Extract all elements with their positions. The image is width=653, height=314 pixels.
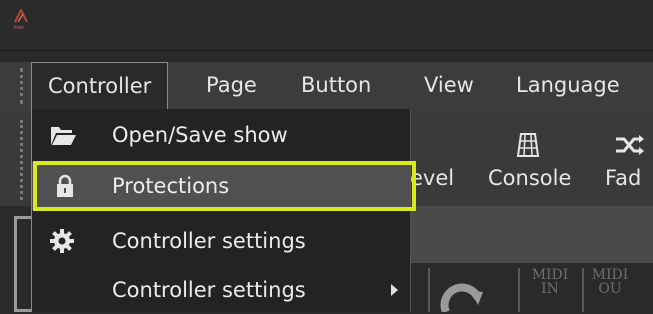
app-logo: kiwi [14, 9, 34, 35]
submenu-arrow-icon [391, 284, 398, 296]
menu-item-label: Controller settings [112, 229, 306, 253]
separator [428, 268, 430, 312]
folder-open-icon [51, 127, 76, 145]
menubar-grip[interactable] [20, 68, 26, 104]
menu-item-controller-settings-submenu[interactable]: Controller settings [32, 266, 410, 314]
separator [518, 268, 520, 312]
console-icon [516, 133, 540, 157]
menu-item-controller-settings[interactable]: Controller settings [32, 217, 410, 265]
shuffle-icon [616, 135, 644, 155]
menu-bar: Controller Page Button View Language [0, 62, 653, 110]
menu-controller[interactable]: Controller [31, 62, 169, 110]
midi-in-label-top: MIDI [531, 267, 569, 283]
midi-in-button[interactable]: MIDI IN [530, 268, 570, 296]
midi-out-button[interactable]: MIDI OU [590, 268, 630, 296]
menu-item-label: Controller settings [112, 278, 306, 302]
menu-language[interactable]: Language [516, 62, 620, 110]
menu-item-label: Open/Save show [112, 123, 288, 147]
gear-icon [50, 229, 74, 253]
separator [582, 268, 584, 312]
app-logo-text: kiwi [14, 25, 24, 31]
toolbar-grip[interactable] [20, 120, 26, 200]
menu-item-open-save-show[interactable]: Open/Save show [32, 111, 410, 159]
toolbar-level-label[interactable]: evel [410, 166, 454, 190]
midi-out-label-top: MIDI [591, 267, 629, 283]
midi-in-label-bottom: IN [541, 281, 559, 297]
title-bar: kiwi [0, 0, 653, 51]
midi-out-label-bottom: OU [598, 281, 622, 297]
menu-page[interactable]: Page [206, 62, 257, 110]
app-logo-icon [14, 9, 28, 23]
toolbar-console-label: Console [488, 166, 572, 190]
menu-button[interactable]: Button [301, 62, 371, 110]
highlight-box [33, 161, 416, 211]
menu-view[interactable]: View [424, 62, 474, 110]
panel-strip [410, 206, 653, 263]
refresh-icon[interactable] [440, 276, 484, 312]
toolbar-fader-label: Fad [605, 166, 642, 190]
